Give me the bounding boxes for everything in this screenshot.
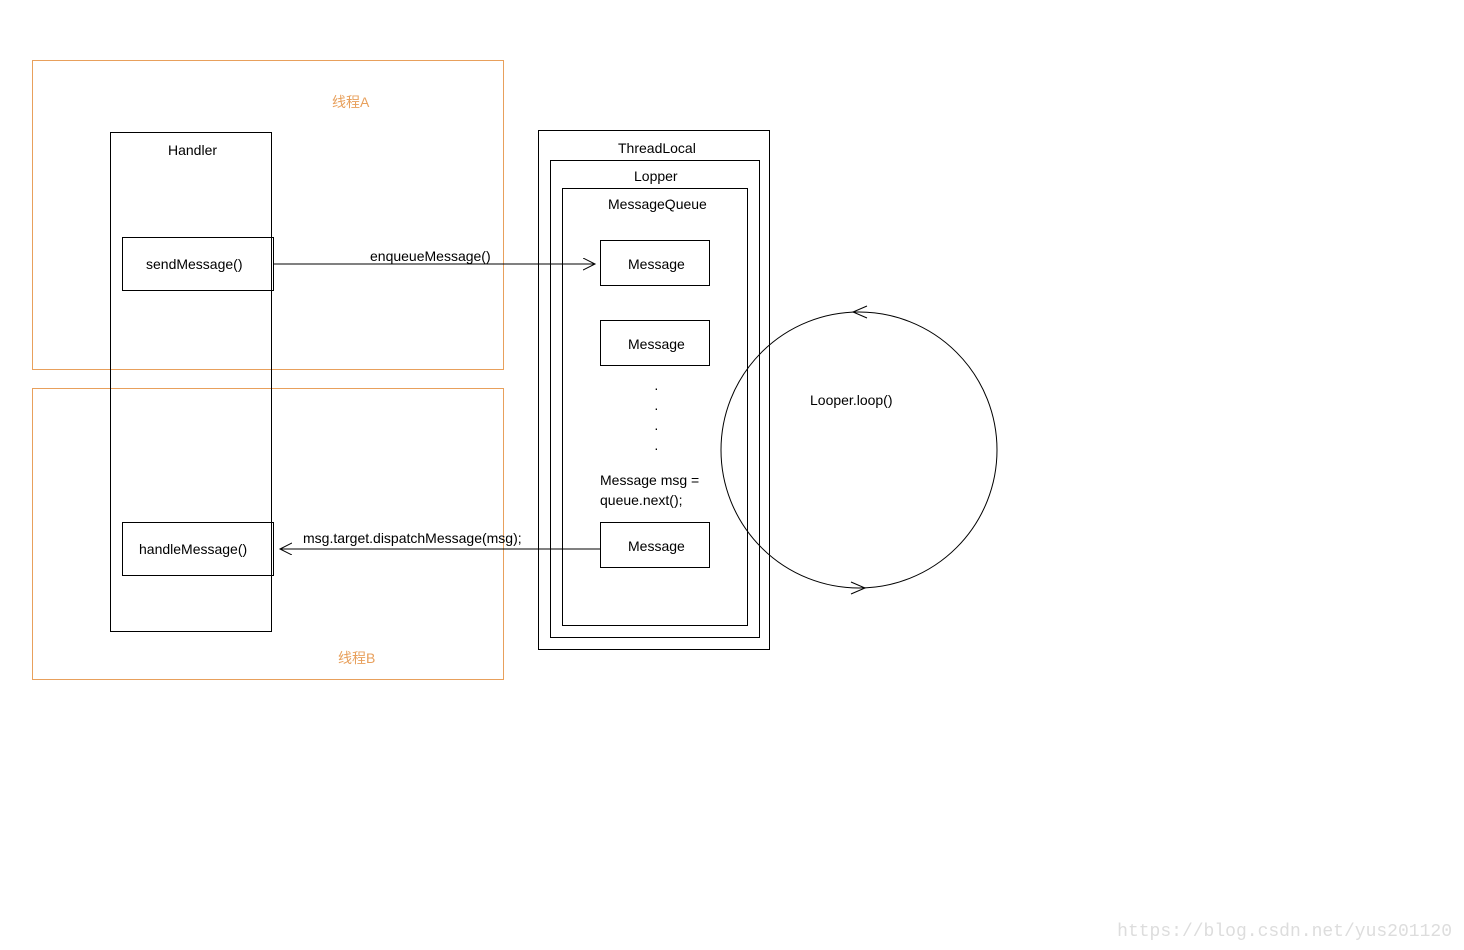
thread-b-title: 线程B xyxy=(338,648,375,668)
handler-title: Handler xyxy=(168,142,217,158)
dispatch-message-label: msg.target.dispatchMessage(msg); xyxy=(303,530,522,546)
message-2-label: Message xyxy=(628,336,685,352)
watermark: https://blog.csdn.net/yus201120 xyxy=(1117,922,1452,942)
threadlocal-title: ThreadLocal xyxy=(618,140,696,156)
dequeue-label: Message msg = queue.next(); xyxy=(600,470,730,510)
thread-a-title: 线程A xyxy=(332,92,369,112)
message-queue-title: MessageQueue xyxy=(608,196,707,212)
send-message-label: sendMessage() xyxy=(146,256,243,272)
message-last-label: Message xyxy=(628,538,685,554)
handle-message-label: handleMessage() xyxy=(139,541,247,557)
queue-dots: · · · · xyxy=(654,378,659,458)
enqueue-message-label: enqueueMessage() xyxy=(370,248,491,264)
looper-title: Lopper xyxy=(634,168,678,184)
message-1-label: Message xyxy=(628,256,685,272)
looper-loop-label: Looper.loop() xyxy=(810,392,893,408)
